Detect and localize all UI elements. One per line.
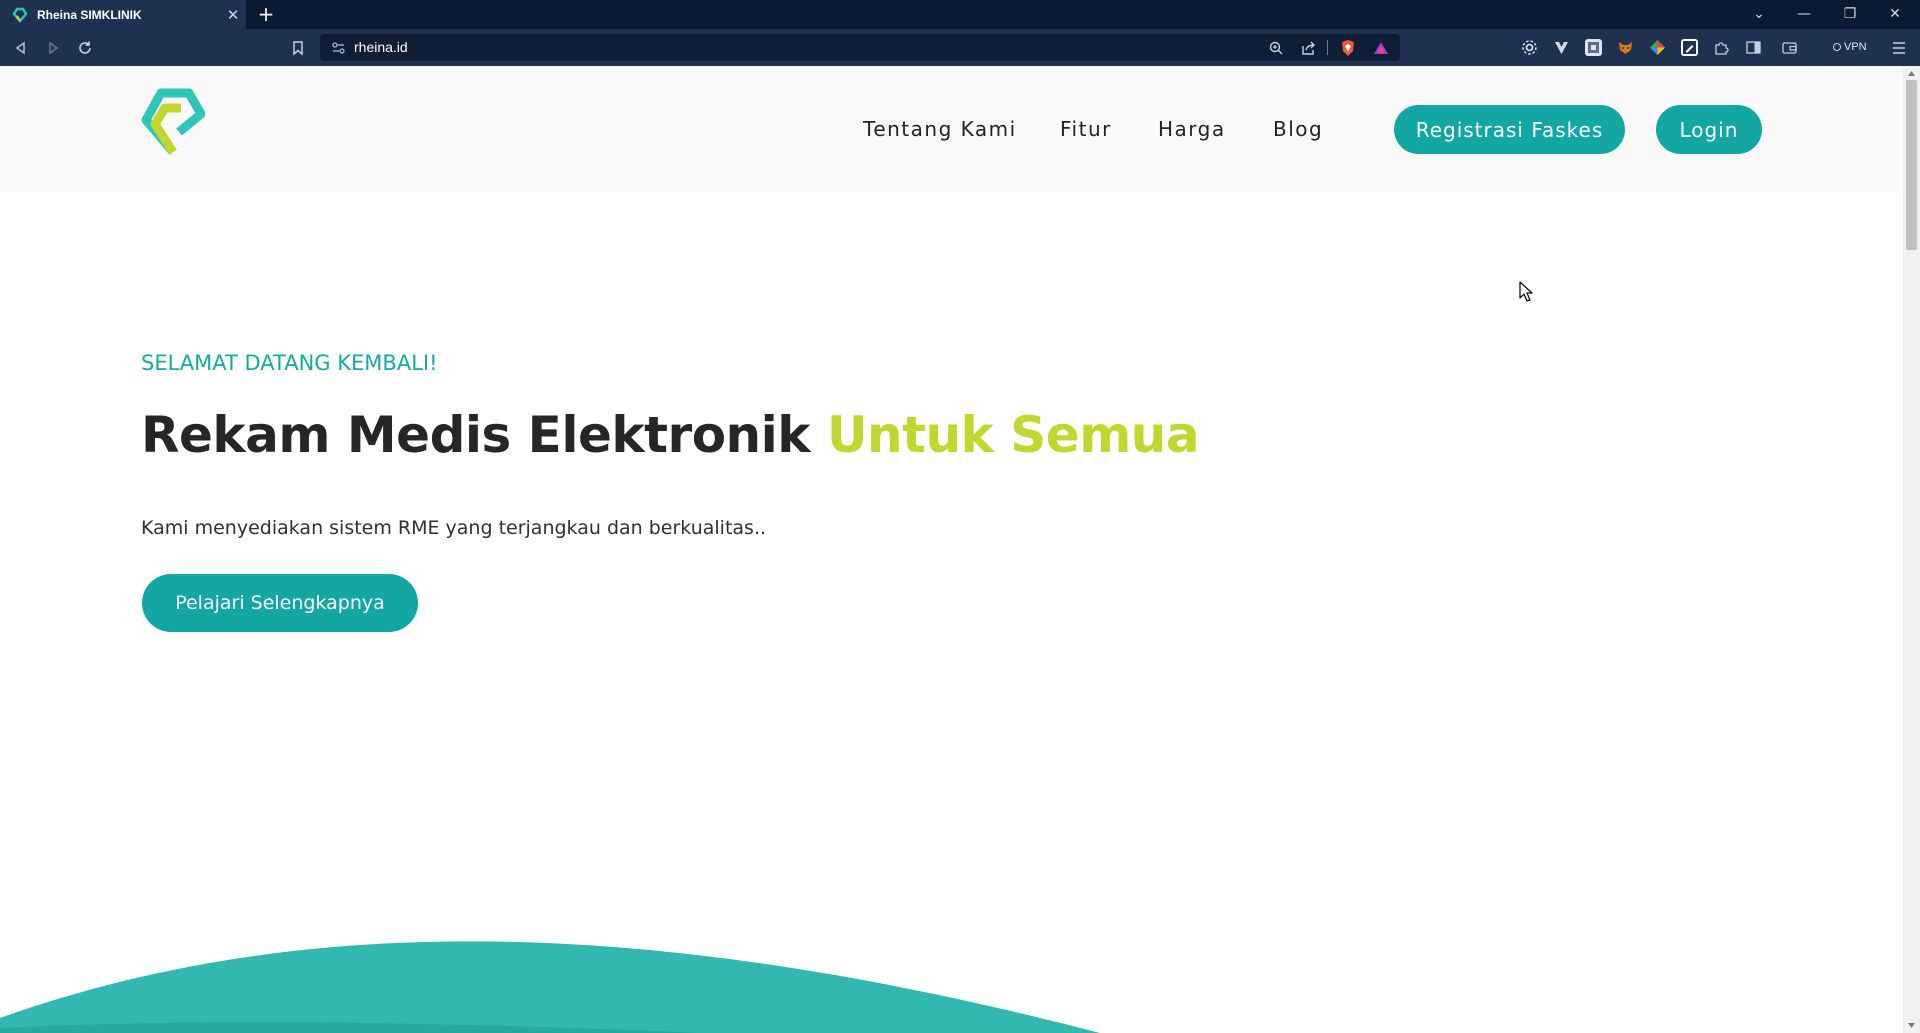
menu-icon[interactable]: [1889, 38, 1909, 58]
headline-accent: Untuk Semua: [826, 406, 1200, 464]
reload-button[interactable]: [72, 35, 98, 61]
minimize-button[interactable]: —: [1782, 0, 1826, 29]
tab-close-icon[interactable]: ✕: [220, 6, 246, 24]
extension-v-icon[interactable]: [1553, 39, 1570, 56]
zoom-icon[interactable]: [1266, 38, 1286, 58]
browser-toolbar: rheina.id VPN: [0, 29, 1920, 66]
nav-blog[interactable]: Blog: [1273, 117, 1323, 141]
forward-button[interactable]: [40, 35, 66, 61]
tab-search-chevron-icon[interactable]: ⌄: [1737, 0, 1781, 29]
mouse-cursor-icon: [1519, 281, 1533, 302]
url-text: rheina.id: [354, 39, 408, 55]
sidebar-icon[interactable]: [1745, 39, 1762, 56]
rheina-favicon: [12, 7, 28, 23]
forward-icon: [49, 41, 59, 55]
share-icon[interactable]: [1299, 38, 1319, 58]
page-scrollbar[interactable]: [1903, 66, 1920, 1033]
brave-shields-icon[interactable]: [1338, 38, 1358, 58]
address-bar[interactable]: rheina.id: [320, 34, 1400, 61]
nav-fitur[interactable]: Fitur: [1060, 117, 1112, 141]
back-icon: [15, 41, 25, 55]
tab-title: Rheina SIMKLINIK: [37, 7, 142, 22]
site-header: Tentang Kami Fitur Harga Blog Registrasi…: [0, 66, 1903, 192]
decorative-wave: [0, 941, 1100, 1033]
hero-lead: Kami menyediakan sistem RME yang terjang…: [141, 517, 767, 539]
extension-gear-icon[interactable]: [1521, 39, 1538, 56]
scrollbar-thumb[interactable]: [1906, 80, 1917, 250]
extension-fox-icon[interactable]: [1617, 39, 1634, 56]
url-divider: [1327, 40, 1328, 55]
restore-button[interactable]: ❐: [1828, 0, 1872, 29]
brave-rewards-icon[interactable]: [1371, 38, 1391, 58]
registrasi-faskes-button[interactable]: Registrasi Faskes: [1394, 105, 1625, 154]
wallet-icon[interactable]: [1781, 39, 1798, 56]
nav-tentang-kami[interactable]: Tentang Kami: [863, 117, 1017, 141]
rheina-logo[interactable]: [141, 86, 206, 156]
site-info-icon[interactable]: [330, 39, 347, 56]
back-button[interactable]: [8, 35, 34, 61]
scroll-down-icon[interactable]: [1907, 1021, 1916, 1030]
hero-headline: Rekam Medis Elektronik Untuk Semua: [141, 406, 1200, 464]
scroll-up-icon[interactable]: [1907, 69, 1916, 78]
extensions-puzzle-icon[interactable]: [1713, 39, 1730, 56]
vpn-status-icon: [1833, 43, 1841, 51]
bookmark-button[interactable]: [285, 35, 311, 61]
extension-edit-icon[interactable]: [1681, 39, 1698, 56]
reload-icon: [79, 41, 91, 54]
vpn-label: VPN: [1844, 41, 1867, 53]
extension-translate-icon[interactable]: [1585, 39, 1602, 56]
nav-harga[interactable]: Harga: [1158, 117, 1226, 141]
new-tab-button[interactable]: +: [254, 2, 278, 26]
hero-eyebrow: SELAMAT DATANG KEMBALI!: [141, 351, 438, 375]
close-window-button[interactable]: ✕: [1873, 0, 1917, 29]
browser-tab-bar: Rheina SIMKLINIK ✕ + ⌄ — ❐ ✕: [0, 0, 1920, 29]
bookmark-icon: [293, 41, 303, 56]
extension-color-icon[interactable]: [1649, 39, 1666, 56]
page-viewport: Tentang Kami Fitur Harga Blog Registrasi…: [0, 66, 1903, 1033]
browser-tab-active[interactable]: Rheina SIMKLINIK ✕: [0, 0, 246, 29]
login-button[interactable]: Login: [1656, 105, 1762, 154]
headline-main: Rekam Medis Elektronik: [141, 406, 827, 464]
vpn-button[interactable]: VPN: [1828, 39, 1872, 56]
pelajari-selengkapnya-button[interactable]: Pelajari Selengkapnya: [142, 574, 418, 632]
